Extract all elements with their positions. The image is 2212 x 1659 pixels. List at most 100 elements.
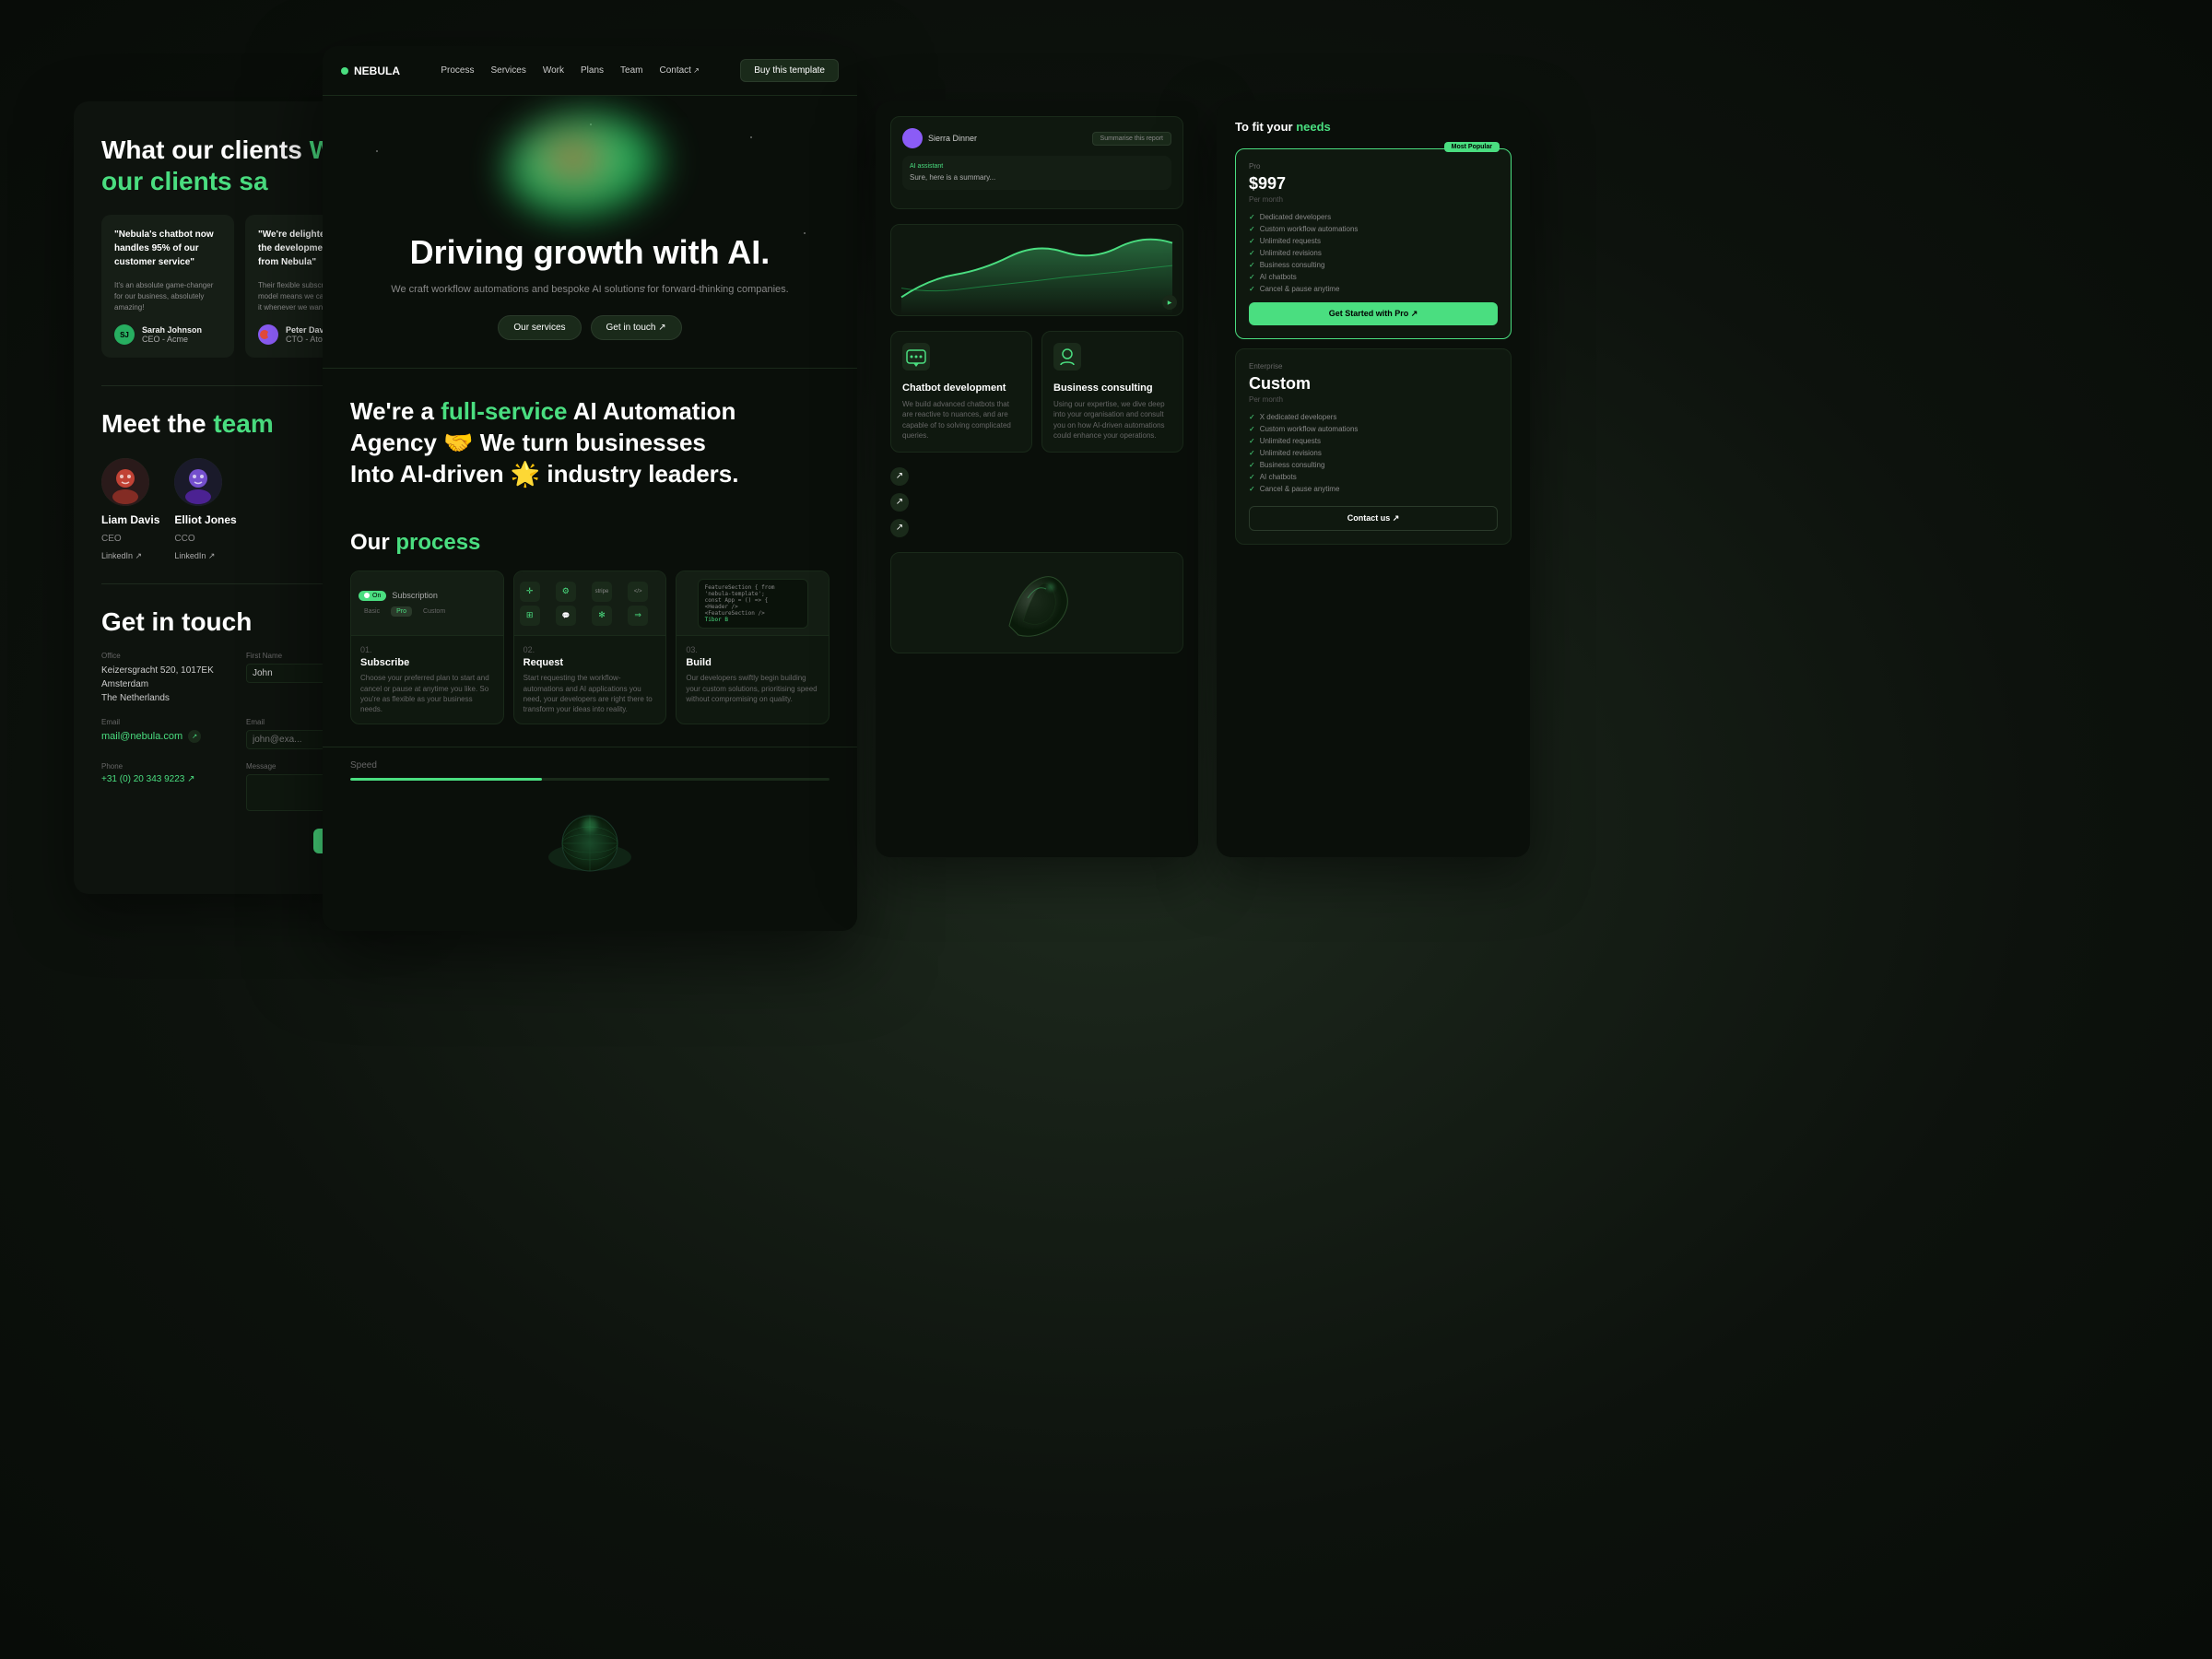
nav-work[interactable]: Work (543, 65, 564, 76)
team-linkedin-2[interactable]: LinkedIn ↗ (174, 551, 215, 561)
pro-cta-label: Get Started with Pro ↗ (1329, 309, 1418, 319)
process-heading: Our process (350, 530, 830, 556)
enterprise-cta-label: Contact us ↗ (1347, 513, 1400, 523)
ai-message: AI assistant Sure, here is a summary... (902, 156, 1171, 190)
ai-avatar (902, 128, 923, 148)
process-cards: On Subscription Basic Pro Custom 01. Sub… (350, 571, 830, 724)
team-linkedin-1[interactable]: LinkedIn ↗ (101, 551, 142, 561)
process-card-1-body: 01. Subscribe Choose your preferred plan… (351, 636, 503, 724)
plan-tabs: Basic Pro Custom (359, 606, 496, 617)
email-field-container: Email mail@nebula.com ↗ (101, 718, 233, 749)
get-in-touch-button[interactable]: Get in touch ↗ (591, 315, 682, 340)
service-consulting-title: Business consulting (1053, 382, 1171, 394)
right-link-2[interactable]: ↗ (890, 493, 1183, 512)
team-avatar-1 (101, 458, 149, 506)
team-name-1: Liam Davis (101, 513, 159, 526)
enterprise-cta-button[interactable]: Contact us ↗ (1249, 506, 1498, 531)
pricing-name-pro: $997 (1249, 174, 1498, 194)
feature-5: Business consulting (1249, 261, 1498, 269)
arrow-icon-2: ↗ (890, 493, 909, 512)
process-card-3-body: 03. Build Our developers swiftly begin b… (677, 636, 829, 713)
3d-preview (890, 552, 1183, 653)
hero-subtitle: We craft workflow automations and bespok… (350, 282, 830, 298)
ai-user-name: Sierra Dinner (928, 134, 977, 143)
3d-object-svg (991, 561, 1083, 644)
icon-code: </> (628, 582, 648, 602)
team-name-2: Elliot Jones (174, 513, 236, 526)
hero-orb (507, 114, 673, 225)
process-desc-2: Start requesting the workflow-automation… (524, 673, 657, 714)
logo-dot (341, 67, 348, 75)
team-member-1: Liam Davis CEO LinkedIn ↗ (101, 458, 159, 561)
process-card-2-body: 02. Request Start requesting the workflo… (514, 636, 666, 724)
phone-value: +31 (0) 20 343 9223 ↗ (101, 774, 233, 784)
service-cards: Chatbot development We build advanced ch… (890, 331, 1183, 453)
chart-area: ▶ (890, 224, 1183, 316)
chart-svg (891, 225, 1182, 315)
nav-contact[interactable]: Contact (659, 65, 699, 76)
pricing-features-enterprise: X dedicated developers Custom workflow a… (1249, 413, 1498, 493)
avatar-face-2 (174, 458, 222, 506)
right-panel: Sierra Dinner Summarise this report AI a… (876, 101, 1198, 857)
team-avatar-2 (174, 458, 222, 506)
nav-team[interactable]: Team (620, 65, 642, 76)
phone-field: Phone +31 (0) 20 343 9223 ↗ (101, 762, 233, 816)
pro-cta-button[interactable]: Get Started with Pro ↗ (1249, 302, 1498, 325)
ent-feature-3: Unlimited requests (1249, 437, 1498, 445)
avatar-face-1 (101, 458, 149, 506)
buy-template-button[interactable]: Buy this template (740, 59, 839, 82)
office-field: Office Keizersgracht 520, 1017EKAmsterda… (101, 652, 233, 705)
testimonial-1-body: It's an absolute game-changer for our bu… (114, 280, 221, 313)
icon-asterisk: ✻ (592, 606, 612, 626)
ai-user: Sierra Dinner (902, 128, 977, 148)
ent-feature-2: Custom workflow automations (1249, 425, 1498, 433)
process-title-3: Build (686, 657, 819, 668)
pricing-sub-pro: Per month (1249, 195, 1498, 204)
icon-gear: ⚙ (556, 582, 576, 602)
pricing-tier-enterprise: Enterprise (1249, 362, 1498, 371)
process-card-3: FeatureSection { from 'nebula-template';… (676, 571, 830, 724)
nav-process[interactable]: Process (441, 65, 474, 76)
about-heading: We're a full-service AI Automation Agenc… (350, 396, 830, 489)
plan-custom: Custom (418, 606, 451, 617)
process-card-2: ✛ ⚙ stripe </> ⊞ 💬 ✻ ⇒ 02. Request Start… (513, 571, 667, 724)
process-num-3: 03. (686, 645, 819, 654)
feature-1: Dedicated developers (1249, 213, 1498, 221)
speed-label: Speed (350, 760, 830, 771)
email-link-icon[interactable]: ↗ (188, 730, 201, 743)
services-button[interactable]: Our services (498, 315, 581, 340)
hero-buttons: Our services Get in touch ↗ (350, 315, 830, 340)
right-link-1[interactable]: ↗ (890, 467, 1183, 486)
feature-6: AI chatbots (1249, 273, 1498, 281)
ent-feature-1: X dedicated developers (1249, 413, 1498, 421)
testimonial-1-info: Sarah Johnson CEO - Acme (142, 325, 202, 344)
navbar-logo: NEBULA (341, 65, 400, 77)
hero-heading: Driving growth with AI. (350, 234, 830, 271)
nav-plans[interactable]: Plans (581, 65, 604, 76)
process-title-2: Request (524, 657, 657, 668)
pricing-tier-pro: Pro (1249, 162, 1498, 171)
ent-feature-5: Business consulting (1249, 461, 1498, 469)
nav-services[interactable]: Services (491, 65, 526, 76)
plan-pro: Pro (391, 606, 412, 617)
testimonial-1-quote: "Nebula's chatbot now handles 95% of our… (114, 228, 221, 269)
pricing-card-enterprise: Enterprise Custom Per month X dedicated … (1235, 348, 1512, 545)
service-chatbot-desc: We build advanced chatbots that are reac… (902, 399, 1020, 441)
testimonial-1: "Nebula's chatbot now handles 95% of our… (101, 215, 234, 358)
plan-basic: Basic (359, 606, 385, 617)
team-role-1: CEO (101, 534, 122, 544)
ent-feature-4: Unlimited revisions (1249, 449, 1498, 457)
chatbot-icon (902, 343, 930, 371)
toggle-pill: On (359, 591, 386, 601)
ai-report-button[interactable]: Summarise this report (1092, 132, 1171, 146)
icon-grid2: ⊞ (520, 606, 540, 626)
subscription-ui: On Subscription Basic Pro Custom (351, 583, 503, 624)
testimonial-1-avatar: SJ (114, 324, 135, 345)
icon-plus: ✛ (520, 582, 540, 602)
process-title-1: Subscribe (360, 657, 494, 668)
globe-svg (544, 806, 636, 880)
right-link-3[interactable]: ↗ (890, 519, 1183, 537)
orb-glow (507, 114, 673, 225)
testimonial-2-avatar (258, 324, 278, 345)
service-consulting-desc: Using our expertise, we dive deep into y… (1053, 399, 1171, 441)
